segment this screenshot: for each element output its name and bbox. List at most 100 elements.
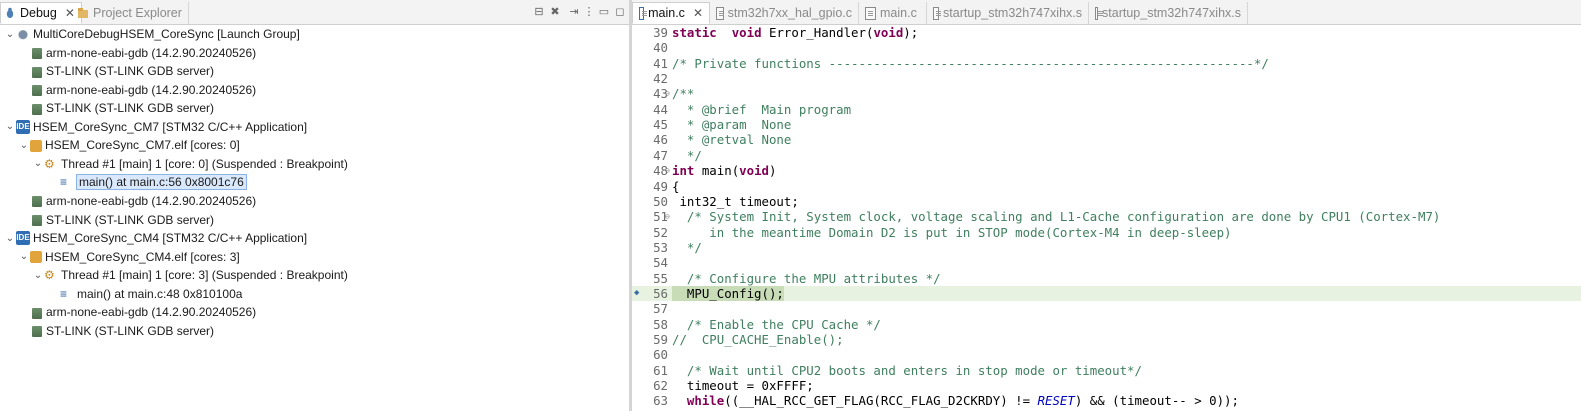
- debug-tree-item-label: HSEM_CoreSync_CM7 [STM32 C/C++ Applicati…: [33, 119, 308, 134]
- editor-tab-main-c[interactable]: main.c ✕: [632, 2, 710, 24]
- code-line[interactable]: 61 /* Wait until CPU2 boots and enters i…: [632, 363, 1581, 378]
- launch-group-icon: [16, 27, 30, 41]
- debug-tree-item[interactable]: ST-LINK (ST-LINK GDB server): [0, 322, 629, 340]
- code-token: int: [672, 163, 695, 179]
- editor-tab-label: stm32h7xx_hal_gpio.c: [727, 6, 852, 20]
- elf-icon: [30, 251, 42, 264]
- view-menu-icon[interactable]: ⋮: [582, 5, 596, 19]
- line-number: 55: [653, 270, 668, 286]
- editor-tab-hal-gpio[interactable]: stm32h7xx_hal_gpio.c: [710, 2, 859, 24]
- line-number: 54: [653, 255, 668, 271]
- code-line[interactable]: 48 ⊖ int main(void): [632, 163, 1581, 178]
- code-line[interactable]: 47 */: [632, 148, 1581, 163]
- code-token: // CPU_CACHE_Enable();: [672, 332, 844, 347]
- code-line[interactable]: 44 * @brief Main program: [632, 102, 1581, 117]
- code-line[interactable]: 63 while((__HAL_RCC_GET_FLAG(RCC_FLAG_D2…: [632, 393, 1581, 408]
- code-line[interactable]: 50 int32_t timeout;: [632, 194, 1581, 209]
- code-line[interactable]: 49 {: [632, 179, 1581, 194]
- debug-tree-item[interactable]: ⌄ HSEM_CoreSync_CM7.elf [cores: 0]: [0, 136, 629, 154]
- maximize-icon[interactable]: ◻: [613, 5, 627, 19]
- debug-tree-item[interactable]: ⌄ ⚙ Thread #1 [main] 1 [core: 0] (Suspende…: [0, 155, 629, 173]
- code-text: int main(void): [672, 163, 776, 178]
- code-line[interactable]: 45 * @param None: [632, 117, 1581, 132]
- code-line[interactable]: 39 static void Error_Handler(void);: [632, 25, 1581, 40]
- editor-tab-main-c-2[interactable]: main.c: [859, 2, 927, 24]
- code-line[interactable]: 62 timeout = 0xFFFF;: [632, 378, 1581, 393]
- debug-tree-item-label: HSEM_CoreSync_CM7.elf [cores: 0]: [45, 138, 240, 153]
- chevron-down-icon[interactable]: ⌄: [32, 158, 44, 169]
- debug-tree-item-label: HSEM_CoreSync_CM4.elf [cores: 3]: [45, 249, 240, 264]
- debug-tree-item[interactable]: arm-none-eabi-gdb (14.2.90.20240526): [0, 81, 629, 99]
- code-text: /* Wait until CPU2 boots and enters in s…: [672, 363, 1142, 378]
- line-number: 49: [653, 178, 668, 194]
- fold-toggle-icon[interactable]: ⊖: [665, 163, 672, 178]
- code-token: ) && (timeout-- > 0));: [1074, 393, 1239, 409]
- line-number: 56: [653, 285, 668, 301]
- code-line[interactable]: 41 /* Private functions -----------------…: [632, 56, 1581, 71]
- code-text: * @brief Main program: [672, 102, 851, 117]
- close-icon[interactable]: ✕: [693, 6, 703, 20]
- c-file-icon: [639, 6, 648, 20]
- chevron-down-icon[interactable]: ⌄: [4, 29, 16, 40]
- code-area[interactable]: 39 static void Error_Handler(void); 40 41 /*…: [632, 25, 1581, 411]
- debug-tree-item[interactable]: ⌄ ⚙ Thread #1 [main] 1 [core: 3] (Suspende…: [0, 266, 629, 284]
- line-number: 60: [653, 347, 668, 363]
- chevron-down-icon[interactable]: ⌄: [32, 270, 44, 281]
- tab-debug[interactable]: Debug ✕: [0, 2, 82, 24]
- debug-tree-item[interactable]: ST-LINK (ST-LINK GDB server): [0, 211, 629, 229]
- code-line[interactable]: 57: [632, 301, 1581, 316]
- fold-toggle-icon[interactable]: ⊖: [665, 209, 672, 224]
- code-line[interactable]: ◆ 56 MPU_Config();: [632, 285, 1581, 302]
- code-line[interactable]: 58 /* Enable the CPU Cache */: [632, 317, 1581, 332]
- code-line[interactable]: 55 /* Configure the MPU attributes */: [632, 271, 1581, 286]
- chevron-down-icon[interactable]: ⌄: [18, 251, 30, 262]
- code-line[interactable]: 51 ⊖ /* System Init, System clock, voltag…: [632, 209, 1581, 224]
- line-number: 57: [653, 301, 668, 317]
- debug-tree-item[interactable]: ⌄ MultiCoreDebugHSEM_CoreSync [Launch Gro…: [0, 25, 629, 43]
- tab-project-explorer[interactable]: Project Explorer: [74, 2, 189, 24]
- code-line[interactable]: 53 */: [632, 240, 1581, 255]
- code-token: ((__HAL_RCC_GET_FLAG(RCC_FLAG_D2CKRDY) !…: [724, 393, 1038, 409]
- code-line[interactable]: 43 ⊖/**: [632, 86, 1581, 101]
- line-number: 50: [653, 193, 668, 209]
- debug-tree-item[interactable]: arm-none-eabi-gdb (14.2.90.20240526): [0, 44, 629, 62]
- code-line[interactable]: 46 * @retval None: [632, 132, 1581, 147]
- debug-tree-item[interactable]: ⌄ HSEM_CoreSync_CM4.elf [cores: 3]: [0, 248, 629, 266]
- debug-tree-item[interactable]: ⌄ IDE HSEM_CoreSync_CM7 [STM32 C/C++ Appli…: [0, 118, 629, 136]
- editor-tab-startup-1[interactable]: startup_stm32h747xihx.s: [927, 2, 1089, 24]
- editor-tab-label: startup_stm32h747xihx.s: [1102, 6, 1241, 20]
- editor-tab-startup-2[interactable]: startup_stm32h747xihx.s: [1089, 2, 1248, 24]
- code-line[interactable]: 60: [632, 347, 1581, 362]
- step-filter-icon[interactable]: ⇥: [567, 5, 581, 19]
- debug-tree-item[interactable]: ST-LINK (ST-LINK GDB server): [0, 99, 629, 117]
- code-line[interactable]: 54: [632, 255, 1581, 270]
- code-line[interactable]: 52 in the meantime Domain D2 is put in S…: [632, 225, 1581, 240]
- chevron-down-icon[interactable]: ⌄: [18, 140, 30, 151]
- debug-tree-item[interactable]: ≡ main() at main.c:56 0x8001c76: [0, 173, 629, 191]
- debug-tree-item[interactable]: ST-LINK (ST-LINK GDB server): [0, 62, 629, 80]
- line-number: 39: [653, 25, 668, 40]
- code-token: in the meantime Domain D2 is put in STOP…: [672, 224, 1232, 240]
- chevron-down-icon[interactable]: ⌄: [4, 121, 16, 132]
- remove-terminated-icon[interactable]: ✖: [548, 5, 562, 19]
- minimize-icon[interactable]: ▭: [597, 5, 611, 19]
- collapse-all-icon[interactable]: ⊟: [532, 5, 546, 19]
- stlink-process-icon: [32, 215, 42, 226]
- debug-tree-item[interactable]: ≡ main() at main.c:48 0x810100a: [0, 285, 629, 303]
- code-line[interactable]: 42: [632, 71, 1581, 86]
- debug-view: Debug ✕ Project Explorer ⊟ ✖ ⇥ ⋮ ▭ ◻ ⌄ Mu…: [0, 0, 629, 411]
- debug-tree-item[interactable]: arm-none-eabi-gdb (14.2.90.20240526): [0, 192, 629, 210]
- code-line[interactable]: 59 // CPU_CACHE_Enable();: [632, 332, 1581, 347]
- chevron-down-icon[interactable]: ⌄: [4, 233, 16, 244]
- debug-tree-item[interactable]: arm-none-eabi-gdb (14.2.90.20240526): [0, 303, 629, 321]
- debug-tree-item-label: arm-none-eabi-gdb (14.2.90.20240526): [46, 193, 257, 208]
- fold-toggle-icon[interactable]: ⊖: [665, 86, 672, 101]
- code-line[interactable]: 40: [632, 40, 1581, 55]
- debug-tree-item[interactable]: ⌄ IDE HSEM_CoreSync_CM4 [STM32 C/C++ Appli…: [0, 229, 629, 247]
- thread-icon: ⚙: [44, 156, 55, 171]
- code-text: */: [672, 148, 702, 163]
- code-token: void: [739, 163, 769, 179]
- code-token: /* Enable the CPU Cache */: [672, 316, 881, 332]
